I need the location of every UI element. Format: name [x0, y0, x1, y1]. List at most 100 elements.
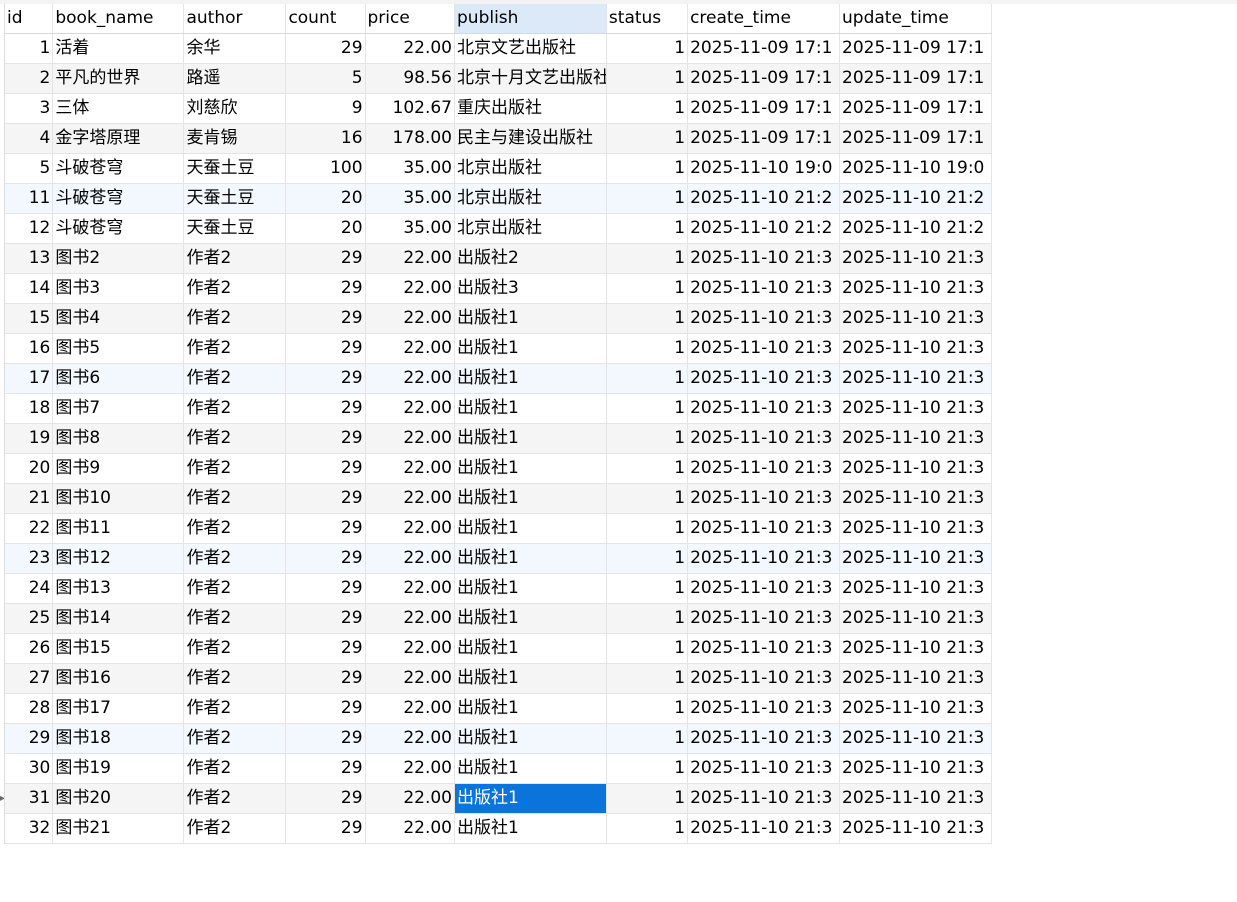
cell-create-time[interactable]: 2025-11-09 17:1	[687, 33, 840, 64]
cell-update-time[interactable]: 2025-11-10 21:3	[839, 603, 992, 634]
cell-publish[interactable]: 出版社1	[454, 753, 607, 784]
cell-author[interactable]: 作者2	[183, 633, 287, 664]
cell-author[interactable]: 作者2	[183, 693, 287, 724]
cell-book-name[interactable]: 图书13	[52, 573, 185, 604]
cell-status[interactable]: 1	[606, 63, 689, 94]
cell-price[interactable]: 22.00	[365, 453, 456, 484]
cell-book-name[interactable]: 三体	[52, 93, 185, 124]
table-row[interactable]: 1 活着 余华 29 22.00 北京文艺出版社 1 2025-11-09 17:1 2025-…	[5, 33, 992, 64]
column-header-count[interactable]: count	[285, 4, 366, 34]
table-row[interactable]: 24 图书13 作者2 29 22.00 出版社1 1 2025-11-10 21:3 2025…	[5, 573, 992, 604]
cell-price[interactable]: 22.00	[365, 543, 456, 574]
cell-count[interactable]: 29	[285, 663, 366, 694]
cell-book-name[interactable]: 图书10	[52, 483, 185, 514]
cell-id[interactable]: 12	[5, 213, 54, 244]
cell-publish[interactable]: 重庆出版社	[454, 93, 607, 124]
cell-id[interactable]: 19	[5, 423, 54, 454]
cell-author[interactable]: 作者2	[183, 513, 287, 544]
cell-author[interactable]: 作者2	[183, 273, 287, 304]
cell-price[interactable]: 22.00	[365, 423, 456, 454]
cell-id[interactable]: 21	[5, 483, 54, 514]
cell-create-time[interactable]: 2025-11-10 21:3	[687, 633, 840, 664]
cell-create-time[interactable]: 2025-11-10 21:3	[687, 483, 840, 514]
table-row[interactable]: 31 图书20 作者2 29 22.00 出版社1 1 2025-11-10 21:3 2025…	[5, 783, 992, 814]
cell-publish[interactable]: 出版社1	[454, 393, 607, 424]
cell-publish[interactable]: 出版社1	[454, 663, 607, 694]
cell-author[interactable]: 作者2	[183, 303, 287, 334]
cell-update-time[interactable]: 2025-11-10 21:3	[839, 573, 992, 604]
cell-id[interactable]: 14	[5, 273, 54, 304]
cell-count[interactable]: 29	[285, 543, 366, 574]
table-row[interactable]: 17 图书6 作者2 29 22.00 出版社1 1 2025-11-10 21:3 2025-…	[5, 363, 992, 394]
cell-price[interactable]: 178.00	[365, 123, 456, 154]
cell-status[interactable]: 1	[606, 663, 689, 694]
cell-publish[interactable]: 出版社1	[454, 603, 607, 634]
cell-id[interactable]: 22	[5, 513, 54, 544]
cell-publish[interactable]: 北京出版社	[454, 183, 607, 214]
cell-create-time[interactable]: 2025-11-10 21:3	[687, 273, 840, 304]
cell-id[interactable]: 2	[5, 63, 54, 94]
cell-status[interactable]: 1	[606, 123, 689, 154]
cell-count[interactable]: 29	[285, 573, 366, 604]
cell-create-time[interactable]: 2025-11-10 21:3	[687, 513, 840, 544]
cell-count[interactable]: 9	[285, 93, 366, 124]
cell-update-time[interactable]: 2025-11-09 17:1	[839, 63, 992, 94]
table-row[interactable]: 28 图书17 作者2 29 22.00 出版社1 1 2025-11-10 21:3 2025…	[5, 693, 992, 724]
column-header-create-time[interactable]: create_time	[687, 4, 840, 34]
cell-id[interactable]: 30	[5, 753, 54, 784]
cell-id[interactable]: 25	[5, 603, 54, 634]
cell-book-name[interactable]: 图书12	[52, 543, 185, 574]
cell-create-time[interactable]: 2025-11-10 21:3	[687, 813, 840, 844]
table-row[interactable]: 13 图书2 作者2 29 22.00 出版社2 1 2025-11-10 21:3 2025-…	[5, 243, 992, 274]
cell-author[interactable]: 余华	[183, 33, 287, 64]
cell-price[interactable]: 22.00	[365, 723, 456, 754]
cell-book-name[interactable]: 斗破苍穹	[52, 183, 185, 214]
column-header-publish[interactable]: publish	[454, 4, 607, 34]
cell-book-name[interactable]: 活着	[52, 33, 185, 64]
column-header-book-name[interactable]: book_name	[52, 4, 185, 34]
cell-count[interactable]: 29	[285, 753, 366, 784]
cell-update-time[interactable]: 2025-11-10 21:3	[839, 393, 992, 424]
cell-publish[interactable]: 出版社3	[454, 273, 607, 304]
cell-price[interactable]: 35.00	[365, 153, 456, 184]
cell-publish[interactable]: 出版社1	[454, 573, 607, 604]
cell-publish[interactable]: 出版社2	[454, 243, 607, 274]
cell-count[interactable]: 100	[285, 153, 366, 184]
cell-create-time[interactable]: 2025-11-10 21:3	[687, 423, 840, 454]
column-header-update-time[interactable]: update_time	[839, 4, 992, 34]
cell-publish[interactable]: 出版社1	[454, 303, 607, 334]
column-header-id[interactable]: id	[5, 4, 54, 34]
table-row[interactable]: 20 图书9 作者2 29 22.00 出版社1 1 2025-11-10 21:3 2025-…	[5, 453, 992, 484]
cell-id[interactable]: 15	[5, 303, 54, 334]
table-row[interactable]: 12 斗破苍穹 天蚕土豆 20 35.00 北京出版社 1 2025-11-10 21:2 20…	[5, 213, 992, 244]
cell-price[interactable]: 22.00	[365, 573, 456, 604]
cell-author[interactable]: 作者2	[183, 603, 287, 634]
cell-count[interactable]: 29	[285, 813, 366, 844]
column-header-status[interactable]: status	[606, 4, 689, 34]
cell-publish[interactable]: 出版社1	[454, 483, 607, 514]
cell-create-time[interactable]: 2025-11-10 19:0	[687, 153, 840, 184]
cell-update-time[interactable]: 2025-11-09 17:1	[839, 93, 992, 124]
cell-status[interactable]: 1	[606, 813, 689, 844]
cell-count[interactable]: 29	[285, 513, 366, 544]
cell-author[interactable]: 作者2	[183, 333, 287, 364]
cell-create-time[interactable]: 2025-11-10 21:3	[687, 243, 840, 274]
table-row[interactable]: 21 图书10 作者2 29 22.00 出版社1 1 2025-11-10 21:3 2025…	[5, 483, 992, 514]
cell-count[interactable]: 29	[285, 483, 366, 514]
cell-count[interactable]: 20	[285, 183, 366, 214]
table-row[interactable]: 25 图书14 作者2 29 22.00 出版社1 1 2025-11-10 21:3 2025…	[5, 603, 992, 634]
cell-create-time[interactable]: 2025-11-10 21:3	[687, 393, 840, 424]
cell-id[interactable]: 20	[5, 453, 54, 484]
cell-create-time[interactable]: 2025-11-10 21:3	[687, 303, 840, 334]
cell-price[interactable]: 98.56	[365, 63, 456, 94]
column-header-price[interactable]: price	[365, 4, 456, 34]
table-row[interactable]: 26 图书15 作者2 29 22.00 出版社1 1 2025-11-10 21:3 2025…	[5, 633, 992, 664]
cell-status[interactable]: 1	[606, 453, 689, 484]
cell-id[interactable]: 18	[5, 393, 54, 424]
cell-status[interactable]: 1	[606, 783, 689, 814]
cell-status[interactable]: 1	[606, 603, 689, 634]
cell-author[interactable]: 作者2	[183, 813, 287, 844]
cell-create-time[interactable]: 2025-11-10 21:3	[687, 693, 840, 724]
cell-publish[interactable]: 出版社1	[454, 813, 607, 844]
cell-author[interactable]: 作者2	[183, 723, 287, 754]
